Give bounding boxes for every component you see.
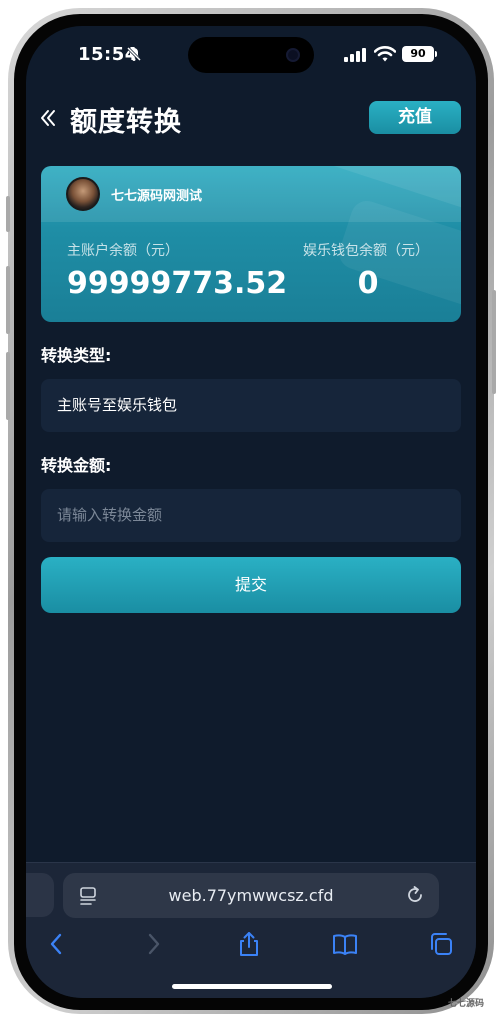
submit-button[interactable]: 提交	[41, 557, 461, 613]
bell-off-icon	[126, 46, 142, 62]
battery-icon: 90	[402, 46, 437, 62]
action-button	[6, 196, 10, 232]
watermark: 七七源码	[448, 999, 485, 1009]
power-button	[492, 290, 496, 394]
wallet-balance-label: 娱乐钱包余额（元）	[303, 243, 429, 259]
signal-icon	[344, 48, 368, 62]
share-icon[interactable]	[236, 931, 262, 957]
chevron-right-icon[interactable]	[140, 931, 166, 957]
home-indicator	[172, 984, 332, 989]
volume-up-button	[6, 266, 10, 334]
main-balance-label: 主账户余额（元）	[67, 243, 179, 259]
reload-icon[interactable]	[405, 885, 425, 905]
tabs-icon[interactable]	[428, 931, 454, 957]
conversion-amount-input[interactable]	[41, 489, 461, 542]
conversion-type-select[interactable]: 主账号至娱乐钱包	[41, 379, 461, 432]
conversion-type-label: 转换类型:	[41, 346, 112, 365]
chevron-left-icon[interactable]	[44, 931, 70, 957]
conversion-amount-label: 转换金额:	[41, 456, 112, 475]
wallet-balance-value: 0	[357, 266, 379, 301]
previous-tab-preview[interactable]	[26, 873, 54, 917]
camera-icon	[286, 48, 300, 62]
avatar	[66, 177, 100, 211]
url-text[interactable]: web.77ymwwcsz.cfd	[123, 873, 379, 918]
main-balance-value: 99999773.52	[67, 266, 288, 301]
balance-card: 七七源码网测试 主账户余额（元） 娱乐钱包余额（元） 99999773.52 0	[41, 166, 461, 322]
page-title: 额度转换	[70, 107, 182, 138]
back-button[interactable]	[40, 108, 56, 128]
reader-mode-icon[interactable]	[79, 886, 97, 906]
bookmarks-icon[interactable]	[332, 931, 358, 957]
screen: 15:54 90 额度转换 充值 七七源码网测试 主账户余额（元） 娱乐钱包余额…	[26, 26, 476, 998]
toolbar-divider	[26, 862, 476, 863]
volume-down-button	[6, 352, 10, 420]
wifi-icon	[374, 46, 396, 62]
username: 七七源码网测试	[111, 189, 203, 204]
address-bar[interactable]: web.77ymwwcsz.cfd	[63, 873, 439, 918]
recharge-button[interactable]: 充值	[369, 101, 461, 134]
